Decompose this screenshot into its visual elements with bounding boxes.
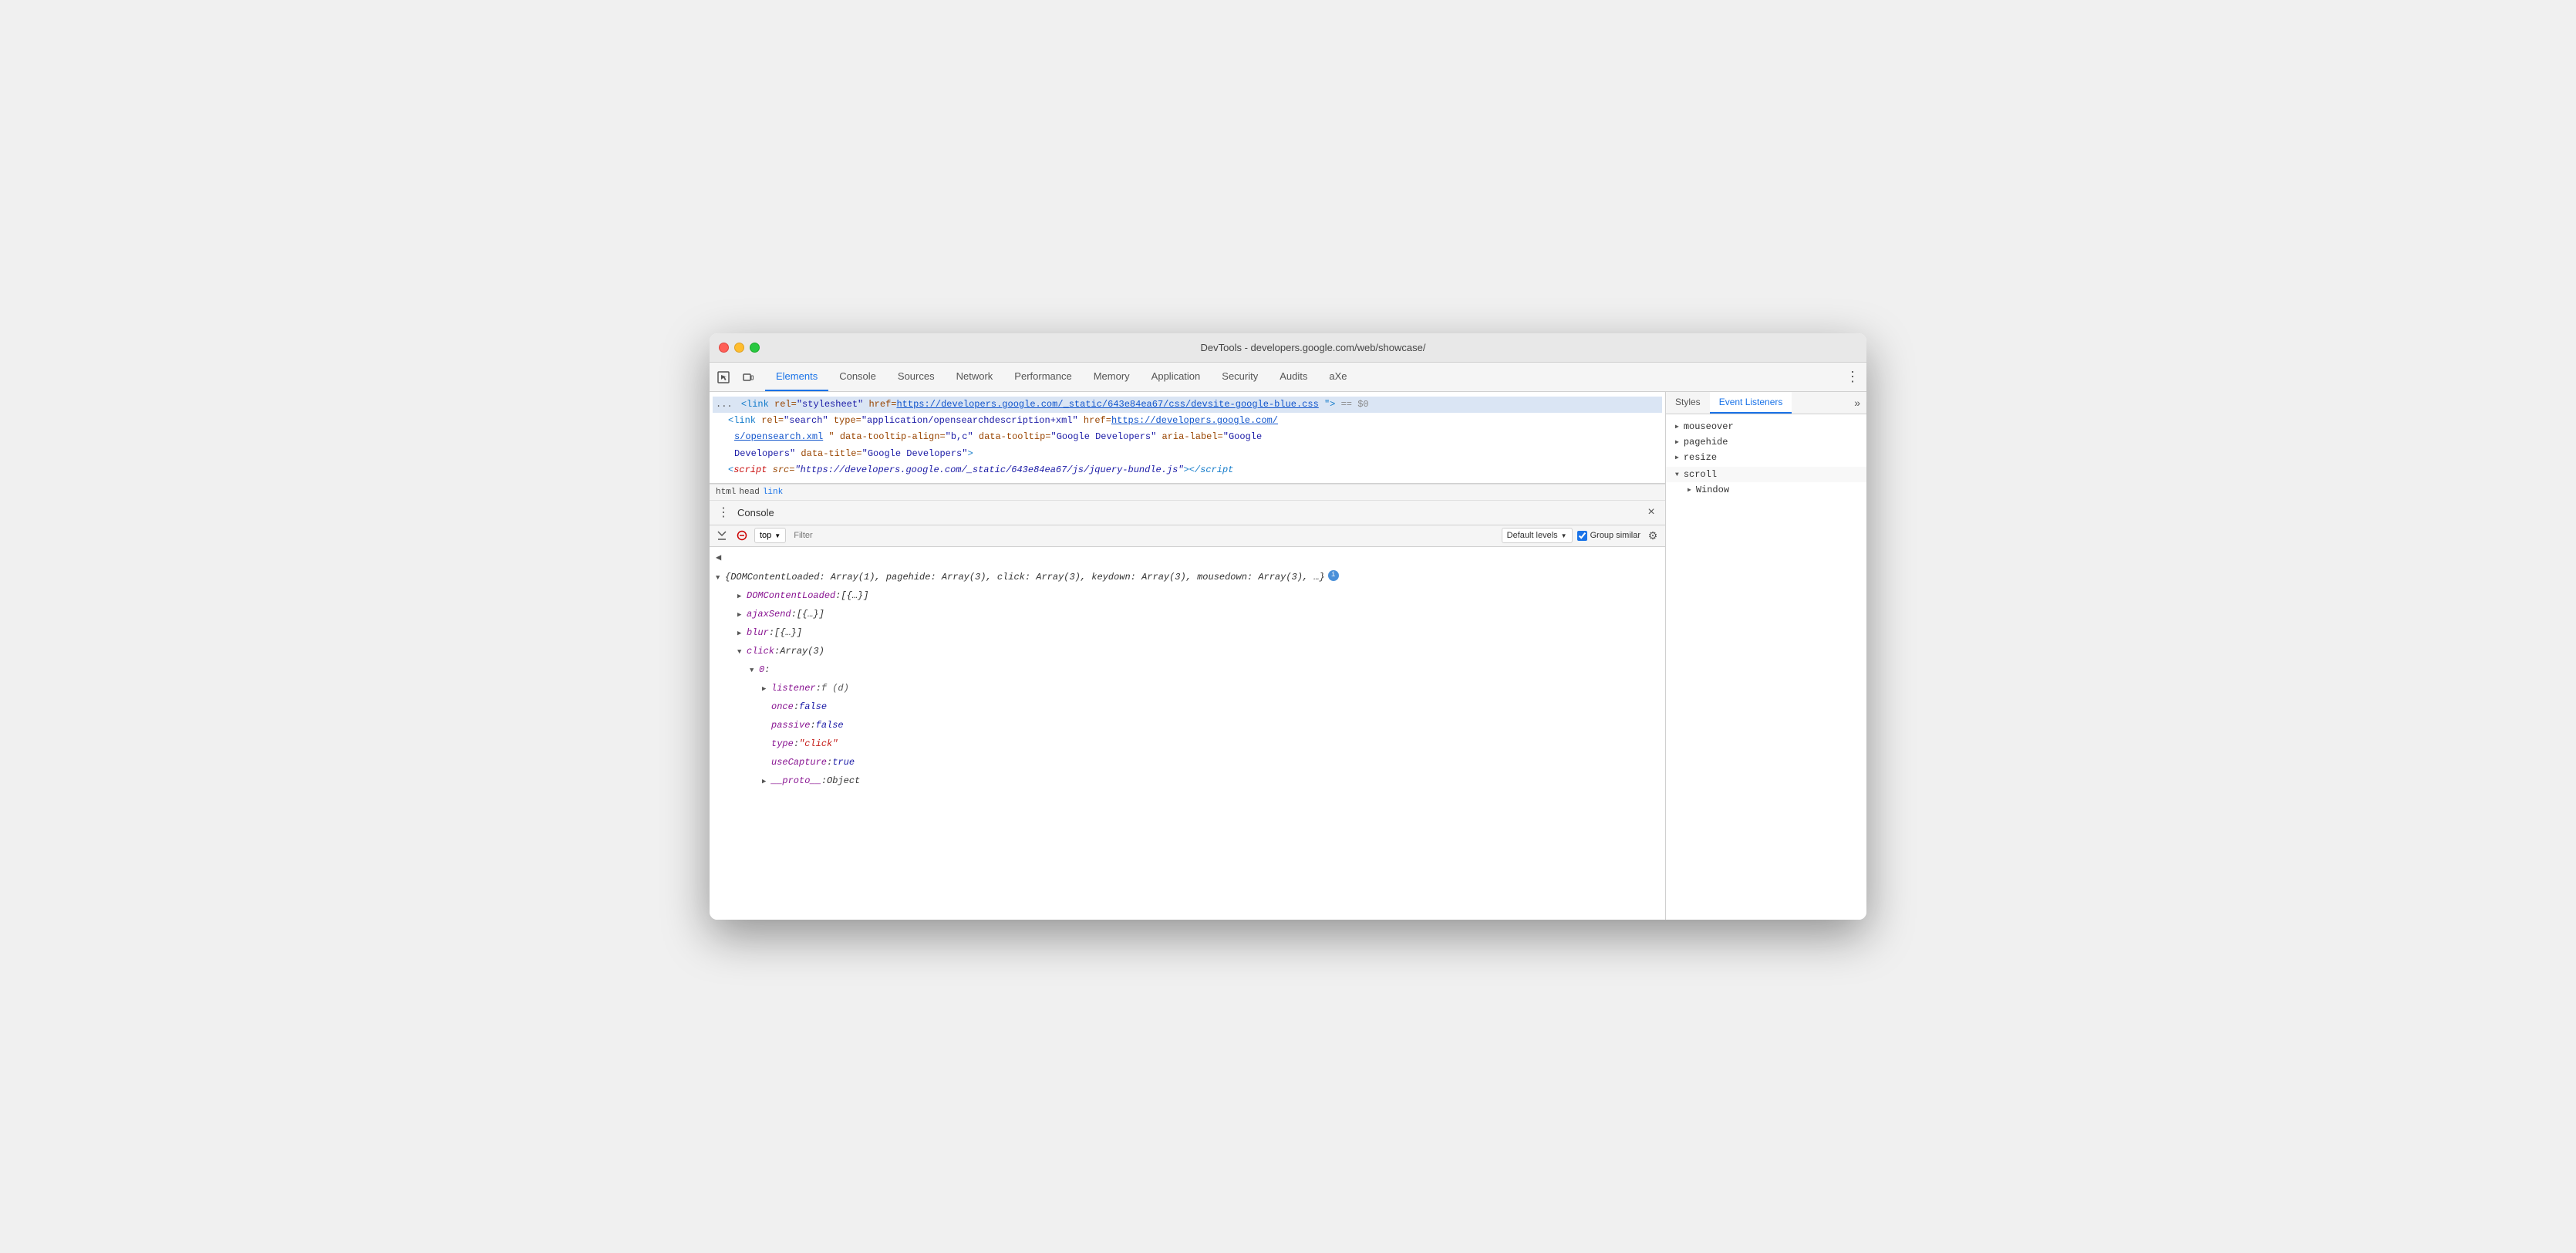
levels-selector[interactable]: Default levels ▼ xyxy=(1502,528,1573,543)
click-triangle[interactable] xyxy=(737,644,747,658)
dom-loaded-triangle[interactable] xyxy=(737,589,747,603)
window-title: DevTools - developers.google.com/web/sho… xyxy=(769,342,1857,353)
click-0-triangle[interactable] xyxy=(750,663,759,677)
listener-triangle[interactable] xyxy=(762,681,771,695)
right-panel: Styles Event Listeners » mouseover pageh… xyxy=(1666,392,1866,920)
html-link-line-2: <link rel="search" type="application/ope… xyxy=(716,413,1659,429)
right-panel-more-button[interactable]: » xyxy=(1848,392,1866,414)
tabs-list: Elements Console Sources Network Perform… xyxy=(765,363,1836,391)
console-nav: ◀ xyxy=(710,547,1665,568)
ajax-triangle[interactable] xyxy=(737,607,747,621)
listener-line[interactable]: listener: f (d) xyxy=(710,679,1665,697)
click-0-line[interactable]: 0: xyxy=(710,660,1665,679)
tab-sources[interactable]: Sources xyxy=(887,363,946,391)
proto-line[interactable]: __proto__: Object xyxy=(710,772,1665,790)
console-menu-icon[interactable]: ⋮ xyxy=(716,505,731,520)
console-toolbar: top ▼ Default levels ▼ Group similar ⚙ xyxy=(710,525,1665,547)
ajax-send-line[interactable]: ajaxSend: [{…}] xyxy=(710,605,1665,623)
type-line: type: "click" xyxy=(710,735,1665,753)
selected-html-line[interactable]: ... <link rel="stylesheet" href=https://… xyxy=(713,397,1662,413)
stop-recording-button[interactable] xyxy=(734,528,750,543)
right-panel-tabs: Styles Event Listeners » xyxy=(1666,392,1866,414)
tab-styles[interactable]: Styles xyxy=(1666,392,1710,414)
console-header: ⋮ Console × xyxy=(710,501,1665,525)
blur-line[interactable]: blur: [{…}] xyxy=(710,623,1665,642)
elements-content: ... <link rel="stylesheet" href=https://… xyxy=(710,392,1665,483)
more-tabs-button[interactable]: ⋮ xyxy=(1842,366,1863,388)
console-section: ⋮ Console × xyxy=(710,501,1665,920)
main-content: ... <link rel="stylesheet" href=https://… xyxy=(710,392,1866,920)
tab-elements[interactable]: Elements xyxy=(765,363,828,391)
console-output[interactable]: ◀ {DOMContentLoaded: Array(1), pagehide:… xyxy=(710,547,1665,920)
context-selector[interactable]: top ▼ xyxy=(754,528,786,543)
group-similar-label: Group similar xyxy=(1590,531,1640,540)
info-icon[interactable]: i xyxy=(1328,570,1339,581)
scroll-triangle[interactable] xyxy=(1675,471,1679,478)
back-arrow[interactable]: ◀ xyxy=(716,552,721,563)
use-capture-line: useCapture: true xyxy=(710,753,1665,772)
console-close-button[interactable]: × xyxy=(1644,505,1659,520)
settings-icon[interactable]: ⚙ xyxy=(1645,528,1661,543)
group-similar-checkbox[interactable] xyxy=(1577,531,1587,541)
blur-triangle[interactable] xyxy=(737,626,747,640)
breadcrumb-link[interactable]: link xyxy=(763,488,783,497)
top-triangle[interactable] xyxy=(716,570,725,584)
tab-audits[interactable]: Audits xyxy=(1269,363,1318,391)
scroll-window-child[interactable]: Window xyxy=(1666,482,1866,498)
html-link-line-2c: Developers" data-title="Google Developer… xyxy=(716,446,1659,462)
tab-memory[interactable]: Memory xyxy=(1083,363,1141,391)
filter-input[interactable] xyxy=(791,531,1496,540)
maximize-button[interactable] xyxy=(750,343,760,353)
minimize-button[interactable] xyxy=(734,343,744,353)
clear-console-button[interactable] xyxy=(714,528,730,543)
html-link-line-2b: s/opensearch.xml " data-tooltip-align="b… xyxy=(716,429,1659,445)
group-similar-container: Group similar xyxy=(1577,531,1640,541)
breadcrumb: html head link xyxy=(710,484,1665,501)
window-triangle[interactable] xyxy=(1688,486,1691,494)
tab-axe[interactable]: aXe xyxy=(1318,363,1357,391)
tab-bar-right: ⋮ xyxy=(1836,363,1863,391)
tab-bar-left xyxy=(713,363,765,391)
resize-triangle[interactable] xyxy=(1675,454,1679,461)
top-object-line[interactable]: {DOMContentLoaded: Array(1), pagehide: A… xyxy=(710,568,1665,586)
tab-network[interactable]: Network xyxy=(946,363,1004,391)
tab-event-listeners[interactable]: Event Listeners xyxy=(1710,392,1792,414)
tab-bar: Elements Console Sources Network Perform… xyxy=(710,363,1866,392)
tab-performance[interactable]: Performance xyxy=(1003,363,1082,391)
scroll-section: scroll Window xyxy=(1666,465,1866,499)
breadcrumb-head[interactable]: head xyxy=(739,488,759,497)
once-line: once: false xyxy=(710,697,1665,716)
devtools-window: DevTools - developers.google.com/web/sho… xyxy=(710,333,1866,920)
click-line[interactable]: click: Array(3) xyxy=(710,642,1665,660)
device-toggle-button[interactable] xyxy=(737,366,759,388)
traffic-lights xyxy=(719,343,760,353)
elements-panel: ... <link rel="stylesheet" href=https://… xyxy=(710,392,1665,484)
event-list: mouseover pagehide resize scroll xyxy=(1666,414,1866,920)
inspect-element-button[interactable] xyxy=(713,366,734,388)
title-bar: DevTools - developers.google.com/web/sho… xyxy=(710,333,1866,363)
event-resize[interactable]: resize xyxy=(1666,450,1866,465)
tab-security[interactable]: Security xyxy=(1211,363,1269,391)
passive-line: passive: false xyxy=(710,716,1665,735)
mouseover-triangle[interactable] xyxy=(1675,423,1679,431)
breadcrumb-html[interactable]: html xyxy=(716,488,736,497)
proto-triangle[interactable] xyxy=(762,774,771,788)
pagehide-triangle[interactable] xyxy=(1675,438,1679,446)
dom-content-loaded-line[interactable]: DOMContentLoaded: [{…}] xyxy=(710,586,1665,605)
close-button[interactable] xyxy=(719,343,729,353)
event-pagehide[interactable]: pagehide xyxy=(1666,434,1866,450)
event-scroll[interactable]: scroll xyxy=(1666,467,1866,482)
left-panel: ... <link rel="stylesheet" href=https://… xyxy=(710,392,1666,920)
console-title: Console xyxy=(737,507,1637,518)
tab-console[interactable]: Console xyxy=(828,363,887,391)
more-indicator: ... xyxy=(716,397,733,412)
html-script-line: <script src="https://developers.google.c… xyxy=(716,462,1410,478)
event-mouseover[interactable]: mouseover xyxy=(1666,419,1866,434)
tab-application[interactable]: Application xyxy=(1141,363,1212,391)
